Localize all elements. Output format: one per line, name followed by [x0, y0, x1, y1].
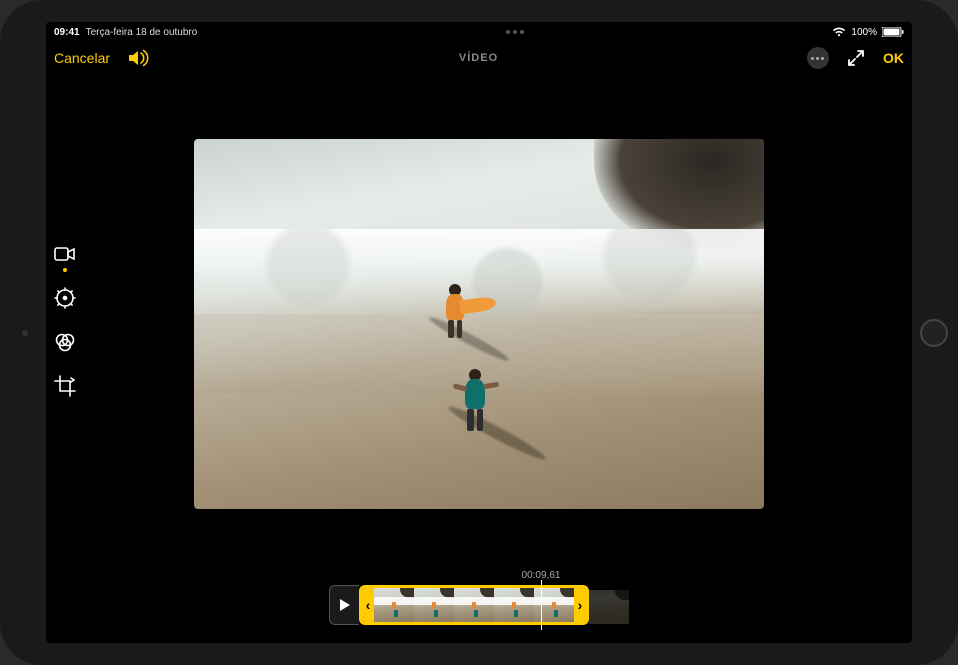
- status-bar: 09:41 Terça-feira 18 de outubro 100%: [46, 22, 912, 40]
- trim-handle-end[interactable]: [574, 588, 586, 622]
- video-preview[interactable]: [194, 139, 764, 509]
- more-button[interactable]: [807, 47, 829, 69]
- cancel-button[interactable]: Cancelar: [54, 50, 110, 66]
- nav-bar: Cancelar VÍDEO OK: [46, 40, 912, 74]
- trim-selection[interactable]: [359, 585, 589, 625]
- tool-adjust[interactable]: [52, 285, 78, 311]
- timeline-thumb[interactable]: [414, 588, 454, 622]
- timeline-thumb[interactable]: [374, 588, 414, 622]
- timeline-area: 00:09,61: [46, 566, 912, 643]
- page-title: VÍDEO: [459, 52, 498, 64]
- status-time: 09:41: [54, 27, 80, 38]
- battery-icon: [882, 27, 904, 37]
- wifi-icon: [832, 27, 846, 37]
- ipad-frame: 09:41 Terça-feira 18 de outubro 100% Can…: [0, 0, 958, 665]
- tool-video[interactable]: [52, 241, 78, 267]
- home-button[interactable]: [920, 319, 948, 347]
- play-button[interactable]: [329, 585, 359, 625]
- multitask-dots[interactable]: [506, 30, 524, 34]
- trim-handle-start[interactable]: [362, 588, 374, 622]
- status-date: Terça-feira 18 de outubro: [86, 27, 198, 38]
- timeline-thumbnails[interactable]: [374, 588, 574, 622]
- playhead[interactable]: [541, 580, 542, 630]
- camera-dot: [22, 330, 28, 336]
- tool-filters[interactable]: [52, 329, 78, 355]
- timeline-thumb[interactable]: [534, 588, 574, 622]
- battery-percent: 100%: [851, 27, 877, 38]
- speaker-icon[interactable]: [128, 49, 150, 67]
- ok-button[interactable]: OK: [883, 50, 904, 66]
- tool-crop[interactable]: [52, 373, 78, 399]
- edit-tools-sidebar: [48, 233, 82, 407]
- timeline-thumb-excluded[interactable]: [589, 590, 629, 624]
- tool-active-indicator: [63, 268, 67, 272]
- timeline-thumb[interactable]: [454, 588, 494, 622]
- fullscreen-icon[interactable]: [847, 49, 865, 67]
- screen: 09:41 Terça-feira 18 de outubro 100% Can…: [46, 22, 912, 643]
- timeline-thumb[interactable]: [494, 588, 534, 622]
